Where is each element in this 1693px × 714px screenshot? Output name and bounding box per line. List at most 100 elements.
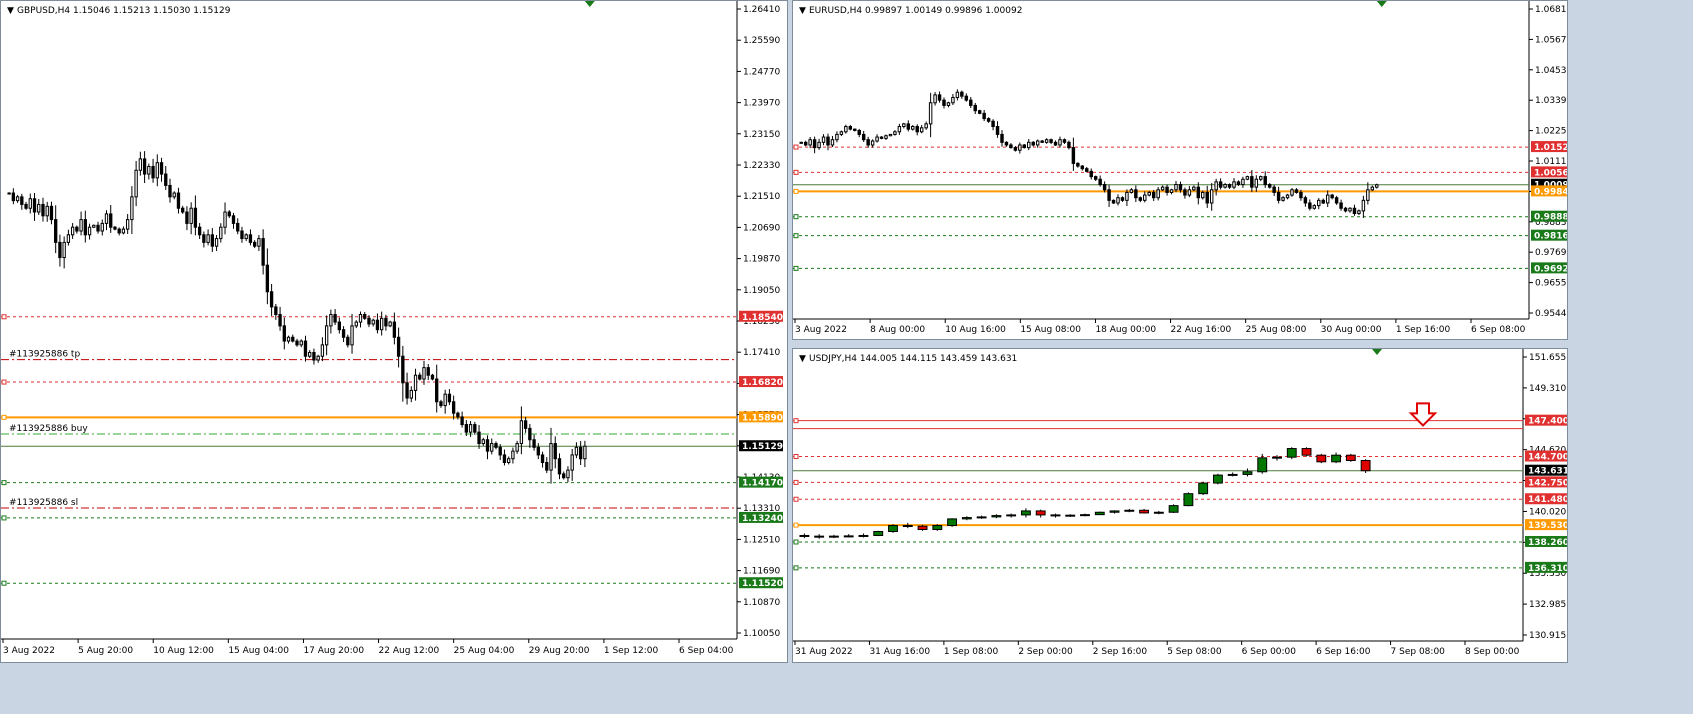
candle-body xyxy=(1102,184,1107,191)
candle-body xyxy=(413,374,418,391)
y-tick-label: 1.23970 xyxy=(743,99,780,109)
candle-body xyxy=(1169,189,1174,193)
candle-body xyxy=(1168,505,1179,513)
candle-body xyxy=(151,165,155,179)
candle-body xyxy=(142,158,147,175)
candle-body xyxy=(248,234,253,243)
candle-body xyxy=(1316,454,1327,463)
x-tick-label: 6 Sep 08:00 xyxy=(1471,325,1526,335)
candle-body xyxy=(1049,139,1053,143)
candle-body xyxy=(1263,176,1267,186)
symbol-dropdown-icon: ▼ xyxy=(799,354,806,364)
chart-shift-marker xyxy=(1372,349,1382,355)
y-tick-label: 130.915 xyxy=(1529,631,1566,641)
candle-body xyxy=(1009,144,1013,149)
symbol-header: GBPUSD,H4 1.15046 1.15213 1.15030 1.1512… xyxy=(17,6,231,16)
level-handle xyxy=(793,188,799,194)
price-tag-label: 0.98880 xyxy=(1534,213,1568,223)
candle-body xyxy=(799,534,810,537)
candle-body xyxy=(557,458,562,475)
chart-eurusd-svg[interactable]: ▼ EURUSD,H4 0.99897 1.00149 0.99896 1.000… xyxy=(793,1,1568,340)
candle-body xyxy=(843,535,854,538)
chart-gbpusd-svg[interactable]: ▼ GBPUSD,H4 1.15046 1.15213 1.15030 1.151… xyxy=(1,1,788,663)
price-tag-label: 147.400 xyxy=(1528,417,1568,427)
candle-body xyxy=(291,336,295,342)
candle-body xyxy=(494,443,498,448)
candle-body xyxy=(125,219,130,230)
candle-body xyxy=(1187,189,1192,196)
candle-body xyxy=(286,336,291,342)
candle-body xyxy=(49,205,54,221)
candle-body xyxy=(1124,509,1135,512)
candle-body xyxy=(418,374,422,380)
candle-body xyxy=(193,207,198,228)
x-tick-label: 1 Sep 08:00 xyxy=(944,647,999,657)
y-tick-label: 0.97690 xyxy=(1535,248,1568,258)
y-tick-label: 1.05670 xyxy=(1535,35,1568,45)
y-tick-label: 1.01110 xyxy=(1535,157,1568,167)
chart-usdjpy[interactable]: ▼ USDJPY,H4 144.005 144.115 143.459 143.6… xyxy=(792,348,1568,663)
candle-body xyxy=(430,374,435,380)
candle-body xyxy=(799,141,803,144)
level-handle xyxy=(793,214,799,220)
candle-body xyxy=(32,198,37,213)
candle-body xyxy=(1147,191,1151,196)
candle-body xyxy=(917,525,928,531)
candle-body xyxy=(814,535,825,538)
candle-body xyxy=(933,94,937,104)
candle-body xyxy=(189,207,193,224)
candle-body xyxy=(1276,191,1281,201)
price-tag-label: 138.260 xyxy=(1528,538,1568,548)
candle-body xyxy=(1027,141,1031,149)
x-tick-label: 6 Sep 00:00 xyxy=(1242,647,1297,657)
chart-usdjpy-svg[interactable]: ▼ USDJPY,H4 144.005 144.115 143.459 143.6… xyxy=(793,349,1568,663)
candle-body xyxy=(1198,482,1209,495)
x-tick-label: 15 Aug 04:00 xyxy=(228,646,289,656)
candle-body xyxy=(1236,181,1241,186)
chart-eurusd[interactable]: ▼ EURUSD,H4 0.99897 1.00149 0.99896 1.000… xyxy=(792,0,1568,340)
candle-body xyxy=(1125,191,1129,201)
candle-body xyxy=(1375,184,1379,188)
candle-body xyxy=(839,131,844,135)
candle-body xyxy=(969,99,973,106)
candle-body xyxy=(1325,194,1330,204)
x-tick-label: 5 Sep 08:00 xyxy=(1167,647,1222,657)
x-tick-label: 3 Aug 2022 xyxy=(795,325,847,335)
x-tick-label: 29 Aug 20:00 xyxy=(529,646,590,656)
candle-body xyxy=(375,319,380,331)
level-handle xyxy=(793,522,799,528)
candle-body xyxy=(1241,178,1245,186)
candle-body xyxy=(1111,199,1116,204)
candle-body xyxy=(1366,189,1370,201)
price-tag-label: 1.15129 xyxy=(742,442,783,452)
candle-body xyxy=(803,141,808,146)
chart-gbpusd[interactable]: ▼ GBPUSD,H4 1.15046 1.15213 1.15030 1.151… xyxy=(0,0,788,663)
candle-body xyxy=(817,141,821,149)
candle-body xyxy=(1227,473,1238,476)
candle-body xyxy=(451,401,456,414)
chart-shift-marker xyxy=(584,1,595,7)
candle-body xyxy=(100,222,104,232)
candle-body xyxy=(1345,454,1356,461)
x-tick-label: 2 Sep 16:00 xyxy=(1093,647,1148,657)
candle-body xyxy=(117,228,121,234)
y-tick-label: 1.02250 xyxy=(1535,127,1568,137)
level-handle xyxy=(793,169,799,175)
candle-body xyxy=(295,340,299,346)
candle-body xyxy=(299,340,303,346)
candle-body xyxy=(1080,165,1085,170)
candle-body xyxy=(1370,186,1375,191)
candle-body xyxy=(511,450,515,460)
x-tick-label: 8 Sep 00:00 xyxy=(1465,647,1520,657)
candle-body xyxy=(197,226,202,236)
candle-body xyxy=(41,203,45,217)
candle-body xyxy=(977,110,982,114)
candle-body xyxy=(902,123,906,128)
candle-body xyxy=(66,234,71,243)
candle-body xyxy=(1223,184,1227,188)
price-tag-label: 143.631 xyxy=(1528,467,1568,477)
candle-body xyxy=(1058,139,1062,146)
candle-body xyxy=(562,473,566,479)
price-tag-label: 142.750 xyxy=(1528,478,1568,488)
candle-body xyxy=(20,196,24,205)
